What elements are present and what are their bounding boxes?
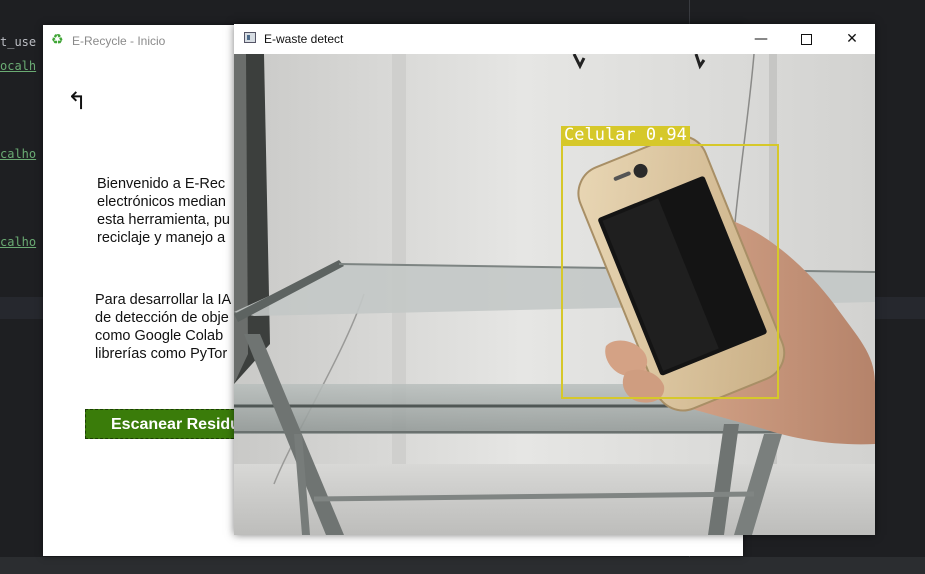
close-button[interactable]: ✕ [829,24,875,54]
recycle-icon: ♻ [51,31,64,47]
ide-code-line[interactable]: t_use [0,35,36,49]
detection-label: Celular 0.94 [561,126,690,144]
ide-code-link[interactable]: ocalh [0,59,36,73]
minimize-icon: — [754,31,768,47]
detect-window: E-waste detect — ✕ Celular 0.94 [234,24,875,535]
back-arrow-icon[interactable]: ↰ [67,89,87,113]
detect-titlebar[interactable]: E-waste detect — ✕ [234,24,875,54]
ide-code-link[interactable]: calho [0,235,36,249]
minimize-button[interactable]: — [738,24,784,54]
close-icon: ✕ [846,31,858,47]
app-window-icon [244,32,256,43]
maximize-icon [800,33,812,45]
ide-code-link[interactable]: calho [0,147,36,161]
maximize-button[interactable] [783,24,829,54]
detection-box [561,144,779,399]
detect-window-title: E-waste detect [264,32,344,46]
camera-feed: Celular 0.94 [234,54,875,535]
erecycle-window-title: E-Recycle - Inicio [72,34,166,48]
ide-status-bar [0,557,925,574]
